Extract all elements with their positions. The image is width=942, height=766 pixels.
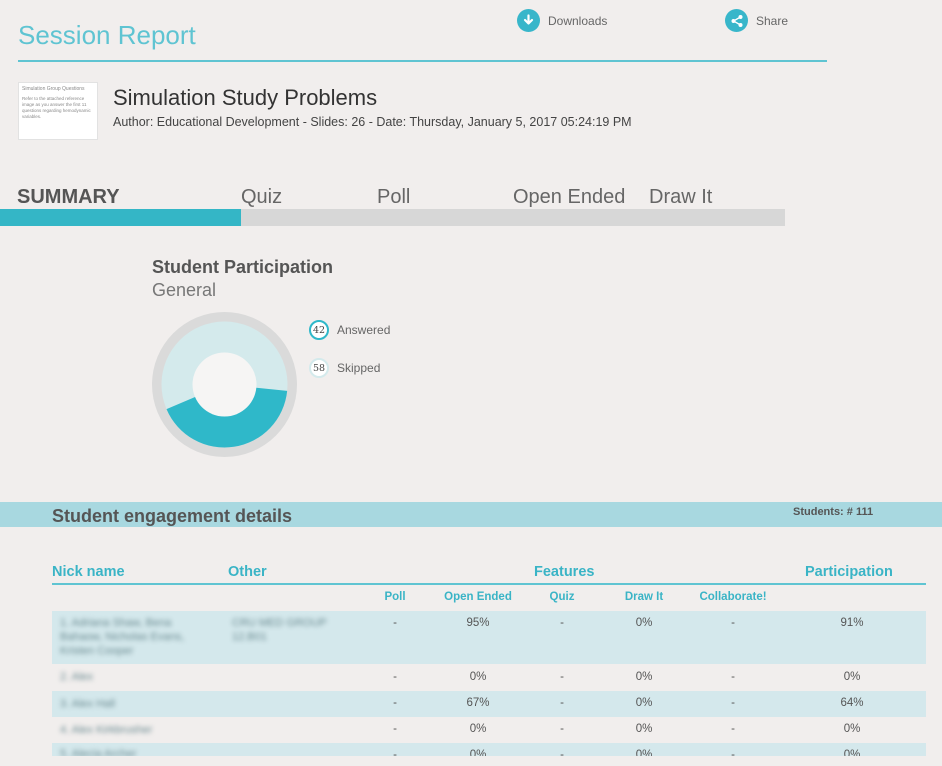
row-open-ended: 0% [469,723,487,735]
col-quiz[interactable]: Quiz [532,591,592,603]
row-draw-it: 0% [635,723,653,735]
table-header-divider [52,583,926,585]
students-count: Students: # 111 [793,506,874,518]
row-poll: - [393,617,397,629]
row-open-ended: 0% [469,671,487,683]
download-icon [517,9,540,32]
row-participation: 91% [840,617,864,629]
share-icon [725,9,748,32]
row-collaborate: - [731,723,735,735]
col-other[interactable]: Other [228,564,267,580]
row-collaborate: - [731,617,735,629]
row-draw-it: 0% [635,697,653,709]
row-open-ended: 67% [466,697,490,709]
row-quiz: - [560,697,564,709]
answered-label: Answered [337,323,391,337]
participation-title: Student Participation [152,257,334,277]
participation-subtitle: General [152,280,217,300]
col-participation[interactable]: Participation [805,564,893,580]
skipped-count-badge: 58 [309,358,329,378]
row-nick: 4. Alex Kirkbrusher [60,724,153,736]
page-bottom-edge [0,756,942,766]
thumbnail-title: Simulation Group Questions [22,86,85,92]
row-quiz: - [560,671,564,683]
row-poll: - [393,671,397,683]
col-collaborate[interactable]: Collaborate! [688,591,778,603]
row-poll: - [393,723,397,735]
legend-skipped: 58 Skipped [309,358,380,378]
row-open-ended: 95% [466,617,490,629]
participation-donut-chart [152,312,297,457]
row-other: CRU MED GROUP 12.B01 [232,617,327,643]
table-row[interactable]: 3. Alex Hall - 67% - 0% - 64% [52,691,926,717]
row-collaborate: - [731,671,735,683]
share-label: Share [756,13,789,28]
page-title: Session Report [18,20,196,50]
row-quiz: - [560,617,564,629]
col-poll[interactable]: Poll [365,591,425,603]
downloads-label: Downloads [548,13,608,28]
tab-draw-it[interactable]: Draw It [649,186,712,209]
row-quiz: - [560,723,564,735]
col-draw-it[interactable]: Draw It [609,591,679,603]
row-draw-it: 0% [635,617,653,629]
row-nick: 2. Alex [60,671,94,683]
row-participation: 64% [840,697,864,709]
row-participation: 0% [843,671,861,683]
deck-title: Simulation Study Problems [113,85,378,110]
slide-thumbnail[interactable]: Simulation Group Questions Refer to the … [18,82,98,140]
tab-active-indicator [0,209,241,226]
thumbnail-text: Refer to the attached reference image as… [22,96,91,119]
legend-answered: 42 Answered [309,320,390,340]
col-features: Features [534,564,595,580]
engagement-title: Student engagement details [52,506,293,526]
col-open-ended[interactable]: Open Ended [433,591,523,603]
tab-summary[interactable]: SUMMARY [17,186,120,209]
table-row[interactable]: 1. Adriana Shaw, Bena Bahaow, Nicholas E… [52,611,926,664]
row-poll: - [393,697,397,709]
downloads-button[interactable]: Downloads [517,9,607,32]
skipped-label: Skipped [337,361,381,375]
answered-count-badge: 42 [309,320,329,340]
table-row[interactable]: 4. Alex Kirkbrusher - 0% - 0% - 0% [52,717,926,743]
table-row[interactable]: 2. Alex - 0% - 0% - 0% [52,664,926,691]
col-nick-name[interactable]: Nick name [52,564,125,580]
header-divider [18,60,827,62]
share-button[interactable]: Share [725,9,788,32]
row-collaborate: - [731,697,735,709]
tab-poll[interactable]: Poll [377,186,410,209]
row-participation: 0% [843,723,861,735]
row-nick: 1. Adriana Shaw, Bena Bahaow, Nicholas E… [60,617,185,657]
row-draw-it: 0% [635,671,653,683]
tab-quiz[interactable]: Quiz [241,186,282,209]
deck-meta: Author: Educational Development - Slides… [113,115,632,129]
tab-open-ended[interactable]: Open Ended [513,186,625,209]
row-nick: 3. Alex Hall [60,698,116,710]
donut-hole [192,352,257,417]
